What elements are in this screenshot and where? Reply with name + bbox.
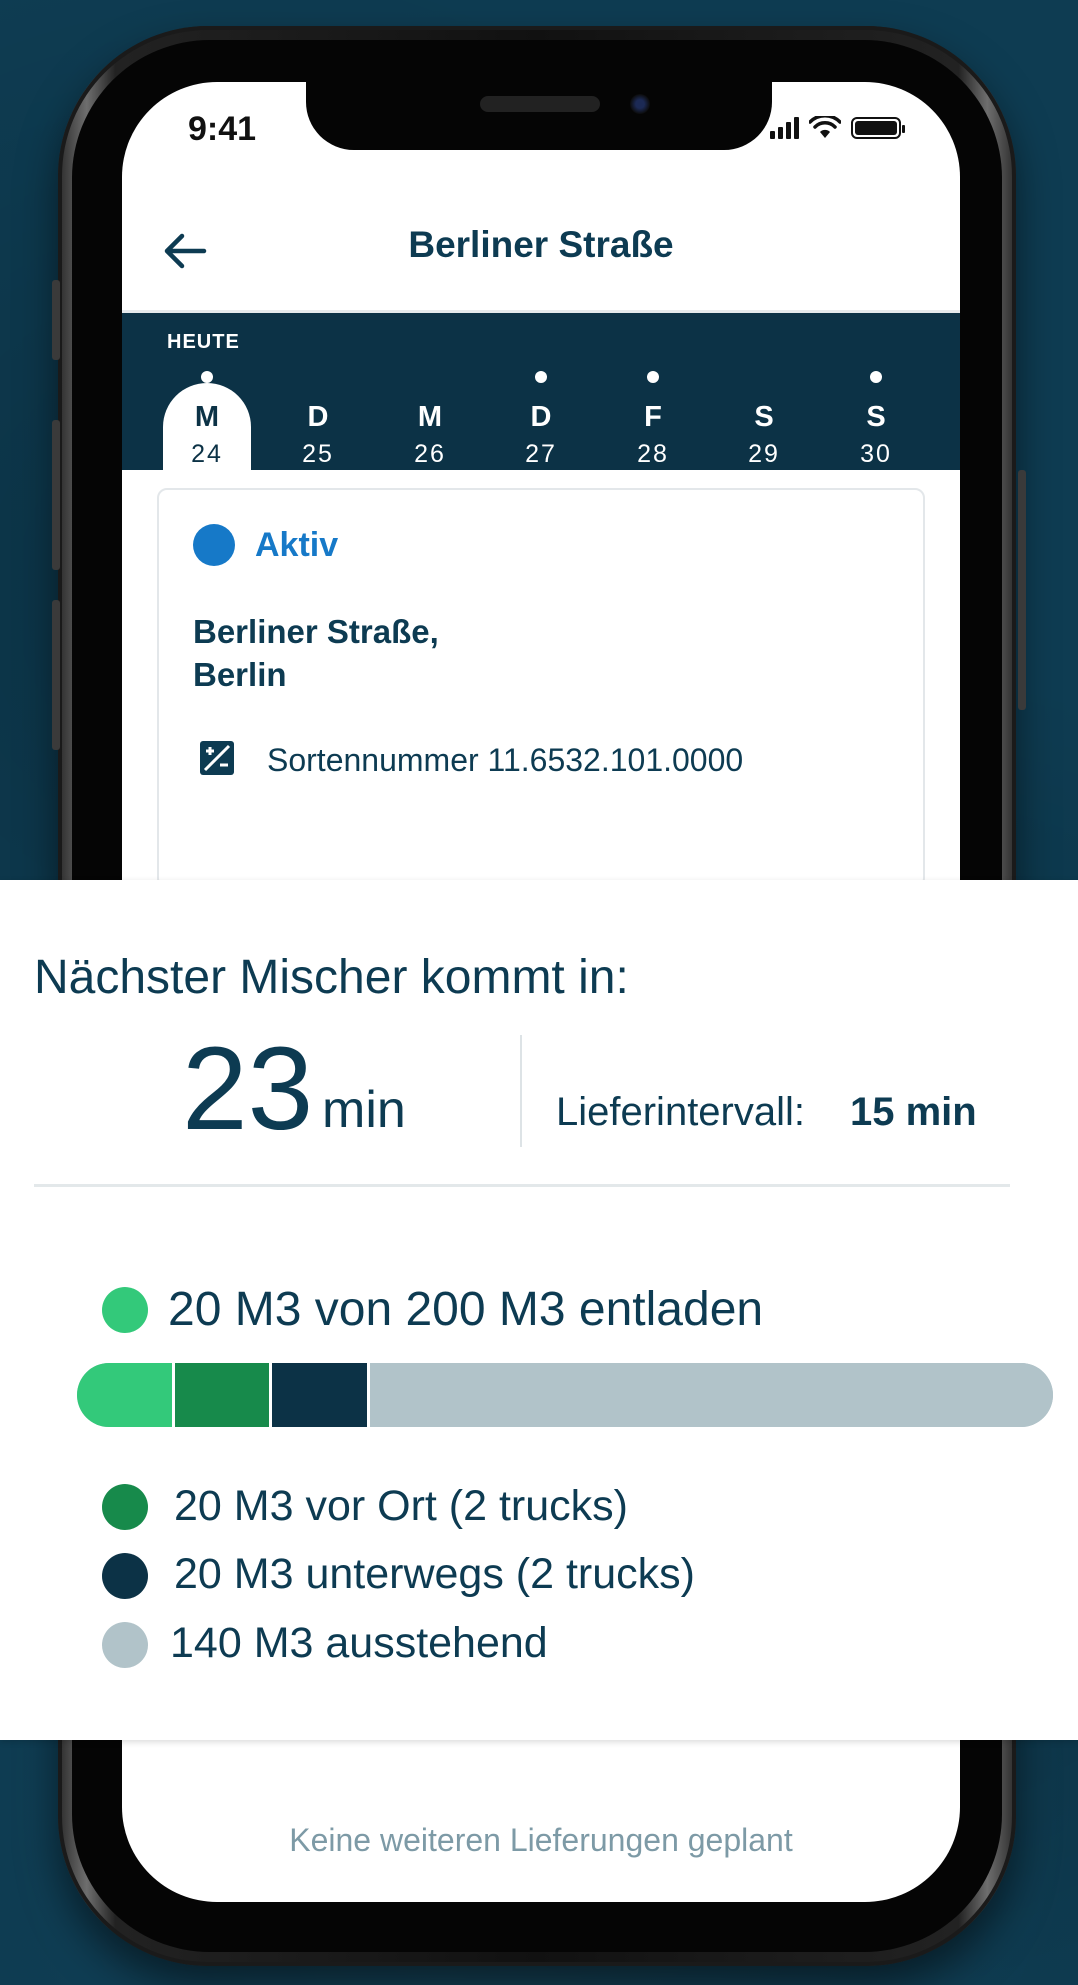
onsite-label: 20 M3 vor Ort (2 trucks) <box>174 1482 628 1530</box>
day-tab-27[interactable]: D 27 <box>497 371 585 473</box>
day-tab-24[interactable]: M 24 <box>163 371 251 473</box>
mute-switch <box>52 280 60 360</box>
app-header: Berliner Straße <box>122 200 960 310</box>
address: Berliner Straße, Berlin <box>193 610 439 696</box>
delivery-status-panel: Nächster Mischer kommt in: 23 min Liefer… <box>0 880 1078 1740</box>
onsite-dot <box>102 1484 148 1530</box>
mix-number: Sortennummer 11.6532.101.0000 <box>267 742 744 778</box>
vertical-divider <box>520 1035 522 1147</box>
power-button <box>1018 470 1026 710</box>
volume-down-button <box>52 600 60 750</box>
day-tab-28[interactable]: F 28 <box>609 371 697 473</box>
unloaded-dot <box>102 1287 148 1333</box>
interval-label: Lieferintervall: <box>556 1090 806 1134</box>
progress-segment-unloaded <box>77 1363 175 1427</box>
address-city: Berlin <box>193 656 287 693</box>
volume-up-button <box>52 420 60 570</box>
day-number: 29 <box>748 440 780 468</box>
status-time: 9:41 <box>188 110 257 148</box>
day-letter: D <box>530 401 552 433</box>
day-tab-25[interactable]: D 25 <box>274 383 362 473</box>
pending-label: 140 M3 ausstehend <box>170 1619 548 1667</box>
wifi-icon <box>809 116 841 138</box>
day-letter: D <box>307 401 329 433</box>
day-strip: HEUTE M 24 D 25 M 26 D 27 F 28 S 29 S 30 <box>122 313 960 473</box>
delivery-dot <box>535 371 547 383</box>
day-number: 26 <box>414 440 446 468</box>
next-mixer-label: Nächster Mischer kommt in: <box>34 951 629 1004</box>
next-mixer-minutes: 23 <box>182 1023 314 1155</box>
day-number: 28 <box>637 440 669 468</box>
delivery-dot <box>201 371 213 383</box>
pending-dot <box>102 1622 148 1668</box>
day-number: 25 <box>302 440 334 468</box>
enroute-dot <box>102 1553 148 1599</box>
status-label: Aktiv <box>255 526 339 564</box>
speaker <box>480 96 600 112</box>
day-number: 30 <box>860 440 892 468</box>
today-label: HEUTE <box>167 331 240 353</box>
mix-type-icon <box>200 741 234 775</box>
day-tab-30[interactable]: S 30 <box>832 371 920 473</box>
cellular-signal-icon <box>770 117 799 139</box>
no-more-deliveries-text: Keine weiteren Lieferungen geplant <box>289 1822 793 1858</box>
horizontal-divider <box>34 1184 1010 1187</box>
day-letter: F <box>644 401 662 433</box>
delivery-dot <box>647 371 659 383</box>
day-tab-29[interactable]: S 29 <box>720 383 808 473</box>
day-letter: M <box>417 401 443 433</box>
notch <box>306 82 772 150</box>
battery-icon <box>851 117 905 139</box>
day-number: 24 <box>191 440 223 468</box>
status-icons <box>770 116 905 140</box>
day-number: 27 <box>525 440 557 468</box>
day-letter: M <box>194 401 220 433</box>
progress-segment-pending <box>369 1363 1053 1427</box>
order-card[interactable]: Aktiv Berliner Straße, Berlin Sortennumm… <box>157 488 925 888</box>
interval-value: 15 min <box>850 1090 977 1134</box>
front-camera <box>630 94 650 114</box>
delivery-progress-bar <box>77 1363 1053 1427</box>
next-mixer-unit: min <box>322 1081 406 1139</box>
progress-segment-onsite <box>174 1363 273 1427</box>
delivery-dot <box>870 371 882 383</box>
page-title: Berliner Straße <box>408 224 674 265</box>
status-dot <box>193 524 235 566</box>
address-street: Berliner Straße, <box>193 613 439 650</box>
day-letter: S <box>866 401 886 433</box>
progress-segment-enroute <box>272 1363 370 1427</box>
enroute-label: 20 M3 unterwegs (2 trucks) <box>174 1550 695 1598</box>
day-tab-26[interactable]: M 26 <box>386 383 474 473</box>
day-letter: S <box>754 401 774 433</box>
unloaded-summary: 20 M3 von 200 M3 entladen <box>168 1283 764 1336</box>
